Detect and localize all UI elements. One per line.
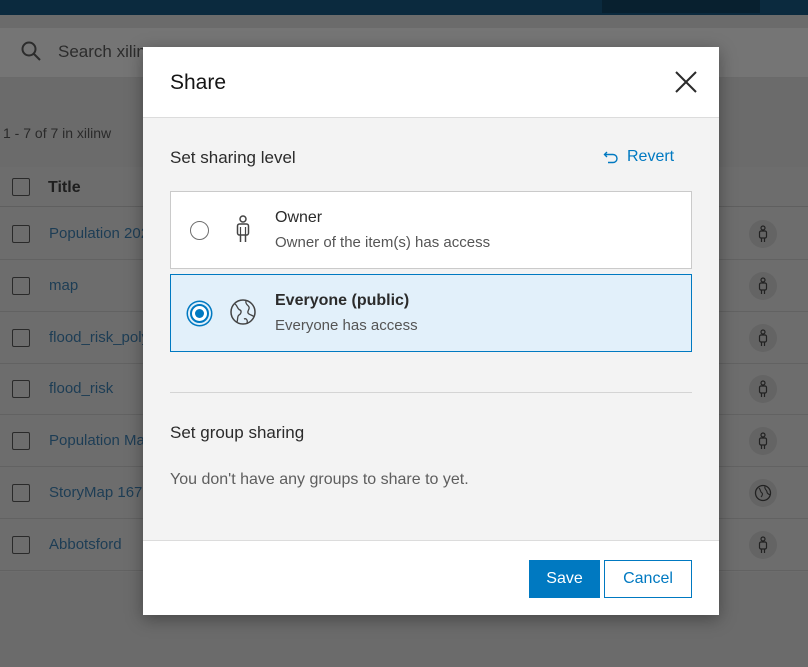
sharing-option-owner[interactable]: Owner Owner of the item(s) has access [170,191,692,269]
everyone-radio[interactable] [190,304,209,323]
owner-lock-icon [749,375,777,404]
owner-radio[interactable] [190,221,209,240]
revert-button[interactable]: Revert [603,148,674,166]
everyone-option-title: Everyone (public) [275,292,410,309]
globe-icon [230,299,256,325]
owner-lock-icon [749,427,777,456]
nav-segment [602,0,760,13]
owner-option-description: Owner of the item(s) has access [275,234,491,251]
select-all-checkbox[interactable] [12,178,30,196]
owner-option-title: Owner [275,209,323,226]
row-title-link[interactable]: StoryMap 167 [49,484,142,501]
sharing-level-heading: Set sharing level [170,148,296,167]
globe-icon [749,479,777,507]
dialog-header: Share [143,47,719,118]
column-header-title[interactable]: Title [48,179,81,197]
dialog-title: Share [170,71,227,94]
owner-lock-icon [749,530,777,559]
owner-lock-icon [749,271,777,300]
person-icon [236,215,250,242]
row-title-link[interactable]: Population 2021 [49,225,157,242]
row-checkbox[interactable] [12,380,30,399]
row-checkbox[interactable] [12,328,30,347]
row-checkbox[interactable] [12,484,30,502]
sharing-option-everyone[interactable]: Everyone (public) Everyone has access [170,274,692,352]
revert-label: Revert [627,148,675,165]
dialog-footer: Save Cancel [143,540,719,615]
close-icon[interactable] [673,69,699,95]
section-divider [170,392,692,393]
results-count: 1 - 7 of 7 in xilinw [3,125,112,141]
owner-lock-icon [749,220,777,248]
revert-icon [603,151,618,164]
row-title-link[interactable]: flood_risk [49,380,113,397]
top-navigation-bar [0,0,808,15]
share-dialog: Share Set sharing level Revert Owner Own… [143,47,719,615]
dialog-body: Set sharing level Revert Owner Owner of … [143,118,719,540]
cancel-button[interactable]: Cancel [604,560,692,598]
row-title-link[interactable]: Population Map [49,432,153,449]
no-groups-message: You don't have any groups to share to ye… [170,471,469,488]
row-checkbox[interactable] [12,535,30,554]
row-checkbox[interactable] [12,432,30,451]
group-sharing-heading: Set group sharing [170,423,305,442]
row-title-link[interactable]: Abbotsford [49,536,122,553]
row-checkbox[interactable] [12,225,30,243]
search-icon [21,41,41,61]
row-checkbox[interactable] [12,276,30,295]
everyone-option-description: Everyone has access [275,317,418,334]
row-title-link[interactable]: map [49,277,78,294]
owner-lock-icon [749,323,777,352]
save-button[interactable]: Save [529,560,600,598]
